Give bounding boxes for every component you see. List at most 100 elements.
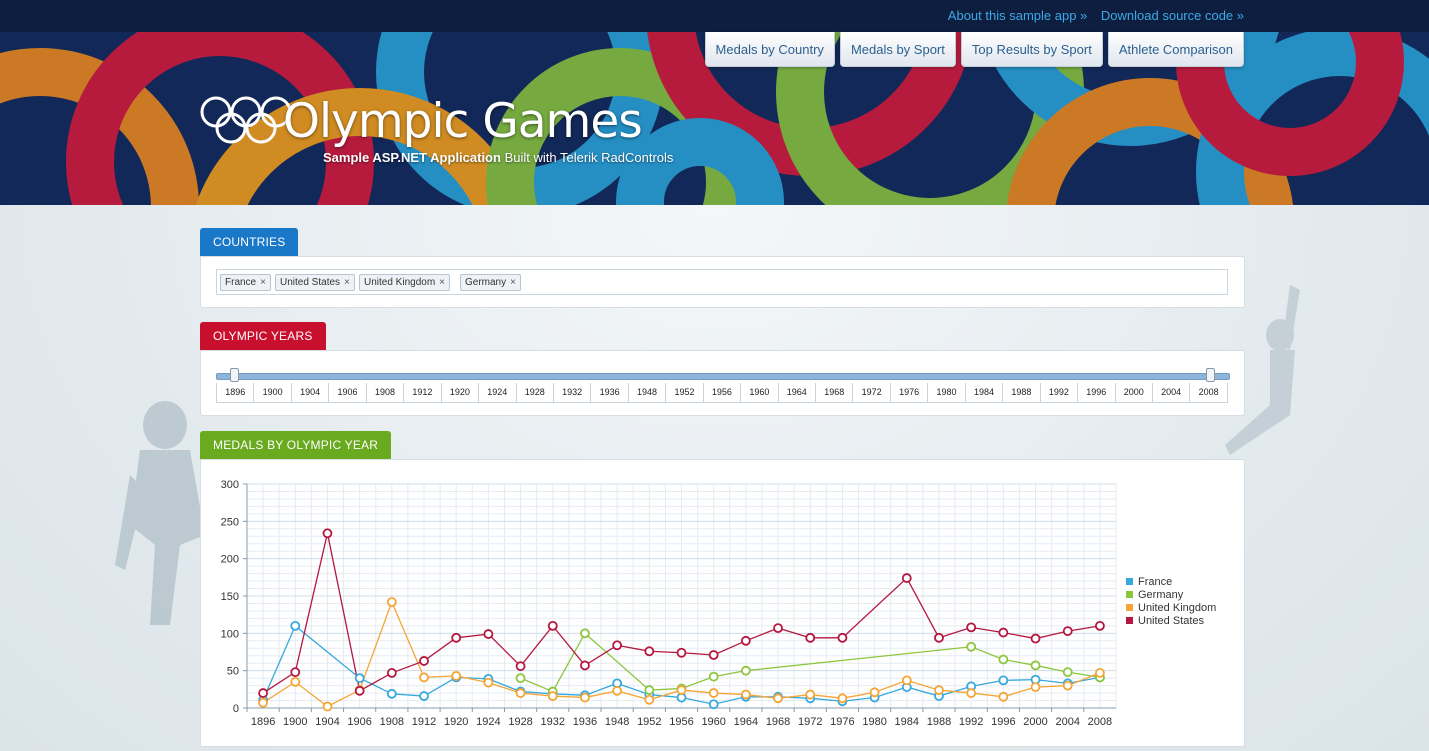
year-tick-1920[interactable]: 1920	[440, 383, 479, 403]
medals-tab: MEDALS BY OLYMPIC YEAR	[200, 431, 392, 459]
year-tick-1988[interactable]: 1988	[1002, 383, 1040, 403]
year-tick-1924[interactable]: 1924	[478, 383, 516, 403]
year-tick-1908[interactable]: 1908	[365, 383, 404, 403]
y-tick-label: 100	[221, 628, 239, 640]
x-tick-label: 1980	[862, 716, 886, 728]
year-tick-2000[interactable]: 2000	[1114, 383, 1152, 403]
olympic-years-panel: 1896 1900 1904 1906 1908 1912 1920 1924 1928 1932…	[200, 350, 1245, 416]
data-point-germany	[740, 665, 751, 676]
data-point-united-kingdom	[773, 693, 783, 704]
token-label: Germany	[465, 277, 507, 288]
x-tick-label: 1996	[991, 716, 1015, 728]
data-point-united-states	[386, 668, 397, 678]
year-tick-1912[interactable]: 1912	[403, 383, 441, 403]
data-point-united-states	[612, 640, 623, 651]
x-tick-label: 1972	[798, 716, 822, 728]
x-tick-label: 1976	[830, 716, 854, 728]
year-tick-1956[interactable]: 1956	[702, 383, 741, 403]
data-point-united-kingdom	[708, 688, 719, 698]
token-united-states: United States ×	[275, 274, 355, 291]
year-range-slider[interactable]: 1896 1900 1904 1906 1908 1912 1920 1924 1928 1932…	[216, 363, 1230, 405]
y-tick-label: 300	[221, 479, 239, 491]
data-point-united-states	[901, 573, 912, 583]
x-tick-label: 1896	[251, 716, 275, 728]
year-tick-1992[interactable]: 1992	[1039, 383, 1078, 403]
data-point-united-kingdom	[322, 701, 333, 712]
year-tick-1960[interactable]: 1960	[740, 383, 778, 403]
remove-icon[interactable]: ×	[510, 277, 516, 288]
year-tick-1984[interactable]: 1984	[964, 383, 1003, 403]
year-tick-1980[interactable]: 1980	[927, 383, 965, 403]
tab-medals-by-country[interactable]: Medals by Country	[704, 32, 835, 67]
legend-swatch	[1126, 617, 1133, 624]
tab-athlete-comparison[interactable]: Athlete Comparison	[1107, 32, 1244, 67]
remove-icon[interactable]: ×	[260, 277, 266, 288]
slider-handle-end[interactable]	[1206, 368, 1215, 382]
year-tick-1906[interactable]: 1906	[328, 383, 366, 403]
data-point-united-states	[547, 620, 558, 631]
year-tick-2004[interactable]: 2004	[1151, 383, 1190, 403]
data-point-germany	[580, 628, 590, 639]
data-point-united-kingdom	[740, 689, 751, 700]
x-tick-label: 1956	[669, 716, 693, 728]
countries-input[interactable]: France × United States × United Kingdom × G…	[216, 269, 1228, 295]
data-point-france	[354, 673, 365, 684]
data-point-united-states	[580, 660, 590, 671]
slider-handle-start[interactable]	[230, 368, 239, 382]
y-tick-label: 200	[221, 554, 239, 566]
data-point-united-kingdom	[837, 693, 848, 704]
data-point-united-kingdom	[644, 694, 655, 705]
about-link[interactable]: About this sample app »	[948, 8, 1087, 23]
x-tick-label: 2004	[1055, 716, 1079, 728]
data-point-united-states	[934, 632, 944, 643]
year-tick-1932[interactable]: 1932	[552, 383, 591, 403]
year-tick-1896[interactable]: 1896	[216, 383, 254, 403]
token-germany: Germany ×	[460, 274, 521, 291]
year-tick-1972[interactable]: 1972	[852, 383, 890, 403]
data-point-united-states	[805, 632, 816, 643]
year-tick-1936[interactable]: 1936	[590, 383, 628, 403]
data-point-france	[290, 620, 301, 631]
year-tick-1904[interactable]: 1904	[290, 383, 329, 403]
slider-ticks: 1896 1900 1904 1906 1908 1912 1920 1924 1928 1932…	[216, 383, 1228, 403]
data-point-united-states	[1030, 633, 1041, 644]
medals-chart-panel: 0 50 100 150 200 250 300 1896 1900 1904 1906 1908 19…	[200, 459, 1245, 747]
year-tick-1948[interactable]: 1948	[627, 383, 666, 403]
year-tick-1964[interactable]: 1964	[777, 383, 815, 403]
x-tick-label: 1904	[315, 716, 339, 728]
year-tick-1928[interactable]: 1928	[515, 383, 553, 403]
remove-icon[interactable]: ×	[439, 277, 445, 288]
download-source-link[interactable]: Download source code »	[1101, 8, 1244, 23]
tab-top-results-by-sport[interactable]: Top Results by Sport	[960, 32, 1103, 67]
x-tick-label: 1952	[637, 716, 661, 728]
data-point-united-states	[740, 635, 751, 646]
data-point-united-states	[354, 685, 365, 696]
data-point-germany	[998, 654, 1009, 665]
legend-swatch	[1126, 604, 1133, 611]
data-point-united-kingdom	[451, 670, 462, 681]
legend-swatch	[1126, 591, 1133, 598]
remove-icon[interactable]: ×	[344, 277, 350, 288]
legend-swatch	[1126, 578, 1133, 585]
x-tick-label: 1932	[541, 716, 565, 728]
slider-rail[interactable]	[216, 373, 1230, 380]
year-tick-1996[interactable]: 1996	[1077, 383, 1115, 403]
data-point-united-states	[966, 622, 977, 633]
year-tick-2008[interactable]: 2008	[1189, 383, 1228, 403]
x-tick-label: 1964	[734, 716, 758, 728]
x-tick-label: 1992	[959, 716, 983, 728]
year-tick-1952[interactable]: 1952	[665, 383, 703, 403]
year-tick-1968[interactable]: 1968	[815, 383, 853, 403]
y-tick-label: 50	[227, 666, 239, 678]
data-point-united-kingdom	[419, 672, 429, 683]
app-title: Olympic Games	[283, 94, 643, 149]
data-point-united-states	[419, 656, 429, 666]
year-tick-1900[interactable]: 1900	[253, 383, 291, 403]
year-tick-1976[interactable]: 1976	[889, 383, 928, 403]
x-tick-label: 2008	[1088, 716, 1112, 728]
tab-medals-by-sport[interactable]: Medals by Sport	[839, 32, 956, 67]
medals-line-chart: 0 50 100 150 200 250 300 1896 1900 1904 1906 1908 19…	[221, 479, 1217, 728]
subtitle-rest: Built with Telerik RadControls	[504, 150, 674, 165]
data-point-united-states	[1095, 620, 1105, 631]
data-point-united-kingdom	[869, 687, 880, 698]
